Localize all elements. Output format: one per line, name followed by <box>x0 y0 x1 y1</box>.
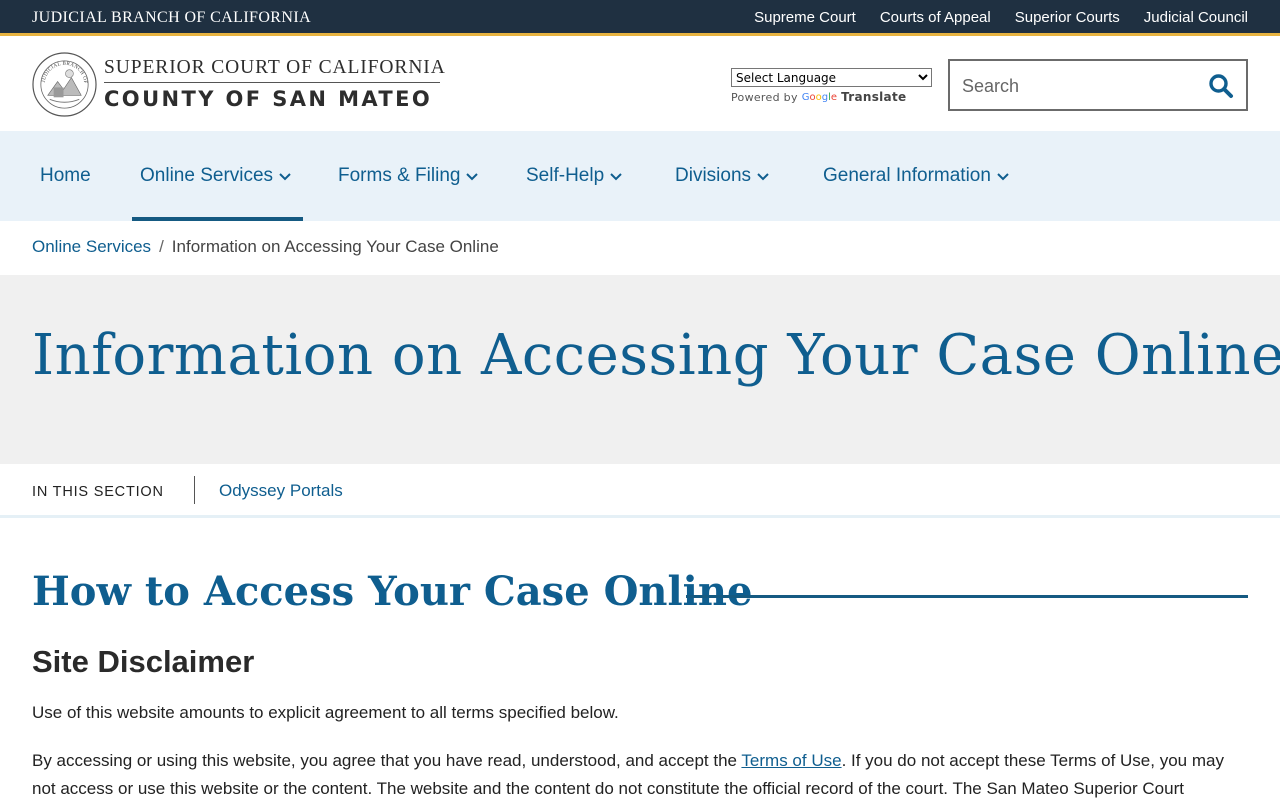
chevron-down-icon <box>610 173 622 181</box>
google-translate-widget: Select Language Powered by Google Transl… <box>731 68 932 104</box>
search-button[interactable] <box>1206 71 1236 101</box>
page-hero: Information on Accessing Your Case Onlin… <box>0 275 1280 464</box>
nav-item-label: Home <box>40 165 91 186</box>
google-logo-icon: Google <box>801 91 838 103</box>
chevron-down-icon <box>997 173 1009 181</box>
breadcrumb-online-services[interactable]: Online Services <box>32 237 151 257</box>
court-name-line1: SUPERIOR COURT OF CALIFORNIA <box>104 57 445 83</box>
page-title: Information on Accessing Your Case Onlin… <box>32 323 1280 388</box>
nav-item-label: Self-Help <box>526 165 605 186</box>
content-heading: How to Access Your Case Online <box>32 568 753 615</box>
nav-item-label: General Information <box>823 165 991 186</box>
link-superior-courts[interactable]: Superior Courts <box>1015 9 1120 26</box>
nav-item-general-information[interactable]: General Information <box>823 131 1009 221</box>
breadcrumb: Online Services / Information on Accessi… <box>32 237 499 257</box>
nav-item-label: Forms & Filing <box>338 165 461 186</box>
nav-item-label: Online Services <box>140 165 274 186</box>
chevron-down-icon <box>279 173 291 181</box>
nav-item-label: Divisions <box>675 165 752 186</box>
section-divider <box>194 476 195 504</box>
nav-item-self-help[interactable]: Self-Help <box>526 131 622 221</box>
disclaimer-intro-text: Use of this website amounts to explicit … <box>32 703 619 722</box>
nav-item-divisions[interactable]: Divisions <box>675 131 769 221</box>
link-supreme-court[interactable]: Supreme Court <box>754 9 856 26</box>
link-judicial-council[interactable]: Judicial Council <box>1144 9 1248 26</box>
language-select[interactable]: Select Language <box>731 68 932 87</box>
site-header: JUDICIAL BRANCH OF CALIFORNIA SUPERIOR C… <box>0 39 1280 131</box>
disclaimer-terms-text: By accessing or using this website, you … <box>32 747 1248 800</box>
terms-of-use-link[interactable]: Terms of Use <box>741 751 841 770</box>
powered-by-label: Powered by <box>731 90 798 104</box>
link-odyssey-portals[interactable]: Odyssey Portals <box>219 481 343 501</box>
in-this-section-label: IN THIS SECTION <box>32 484 164 500</box>
breadcrumb-separator: / <box>159 237 164 256</box>
chevron-down-icon <box>757 173 769 181</box>
in-this-section-nav: IN THIS SECTION Odyssey Portals <box>0 464 1280 518</box>
court-name-logo[interactable]: SUPERIOR COURT OF CALIFORNIA COUNTY OF S… <box>104 57 445 111</box>
judicial-branch-brand[interactable]: JUDICIAL BRANCH OF CALIFORNIA <box>32 9 311 27</box>
utility-links: Supreme Court Courts of Appeal Superior … <box>754 9 1248 26</box>
court-name-line2: COUNTY OF SAN MATEO <box>104 87 433 111</box>
nav-item-home[interactable]: Home <box>40 131 91 221</box>
site-disclaimer-heading: Site Disclaimer <box>32 644 255 679</box>
link-courts-of-appeal[interactable]: Courts of Appeal <box>880 9 991 26</box>
powered-by-google: Powered by Google Translate <box>731 90 932 104</box>
google-g: G <box>801 91 810 103</box>
heading-rule <box>686 595 1248 598</box>
main-navigation: Home Online Services Forms & Filing Self… <box>0 131 1280 221</box>
nav-item-online-services[interactable]: Online Services <box>131 131 304 221</box>
terms-text-before: By accessing or using this website, you … <box>32 751 742 770</box>
chevron-down-icon <box>466 173 479 181</box>
breadcrumb-current: Information on Accessing Your Case Onlin… <box>171 237 499 256</box>
search-box <box>948 59 1248 111</box>
search-input[interactable] <box>962 73 1202 99</box>
search-icon <box>1209 74 1233 98</box>
court-seal-logo[interactable]: JUDICIAL BRANCH OF CALIFORNIA <box>32 52 97 117</box>
nav-item-forms-filing[interactable]: Forms & Filing <box>338 131 479 221</box>
top-utility-bar: JUDICIAL BRANCH OF CALIFORNIA Supreme Co… <box>0 0 1280 36</box>
translate-label[interactable]: Translate <box>841 90 906 104</box>
